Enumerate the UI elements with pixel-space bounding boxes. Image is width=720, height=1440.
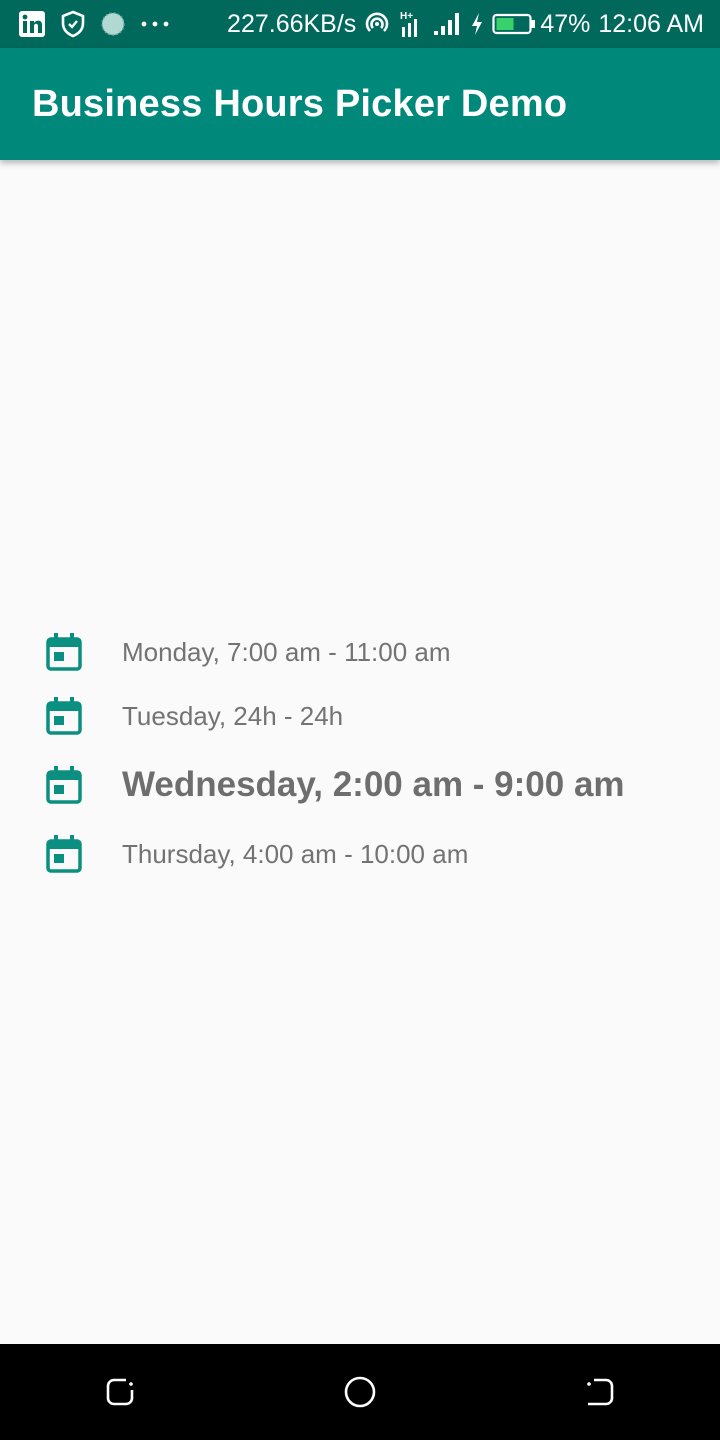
home-button[interactable]	[320, 1352, 400, 1432]
back-icon	[584, 1376, 616, 1408]
net-speed: 227.66KB/s	[227, 9, 357, 38]
business-hours-list: Monday, 7:00 am - 11:00 am Tuesday, 24h …	[0, 620, 720, 886]
hours-row-wednesday[interactable]: Wednesday, 2:00 am - 9:00 am	[0, 748, 720, 822]
charging-icon	[470, 12, 484, 36]
recents-icon	[104, 1376, 136, 1408]
shield-icon	[60, 10, 86, 38]
battery-percent: 47%	[540, 9, 591, 38]
hotspot-icon	[364, 11, 390, 37]
back-button[interactable]	[560, 1352, 640, 1432]
home-icon	[343, 1375, 377, 1409]
status-bar: 227.66KB/s H+ 47% 12:06 AM	[0, 0, 720, 48]
hours-label: Monday, 7:00 am - 11:00 am	[122, 636, 451, 667]
hours-label: Thursday, 4:00 am - 10:00 am	[122, 838, 469, 869]
app-bar: Business Hours Picker Demo	[0, 48, 720, 160]
battery-icon	[492, 13, 536, 35]
hours-label: Wednesday, 2:00 am - 9:00 am	[122, 765, 625, 804]
hours-row-thursday[interactable]: Thursday, 4:00 am - 10:00 am	[0, 822, 720, 886]
hours-label: Tuesday, 24h - 24h	[122, 700, 344, 731]
hours-row-tuesday[interactable]: Tuesday, 24h - 24h	[0, 684, 720, 748]
hours-row-monday[interactable]: Monday, 7:00 am - 11:00 am	[0, 620, 720, 684]
globe-icon	[100, 11, 126, 37]
signal-h-icon: H+	[398, 9, 424, 39]
calendar-icon	[44, 834, 84, 874]
page-title: Business Hours Picker Demo	[32, 82, 568, 125]
recents-button[interactable]	[80, 1352, 160, 1432]
linkedin-icon	[18, 10, 46, 38]
calendar-icon	[44, 765, 84, 805]
signal-icon	[432, 11, 462, 37]
svg-text:H+: H+	[400, 11, 413, 22]
more-dots-icon	[140, 19, 170, 29]
calendar-icon	[44, 696, 84, 736]
clock: 12:06 AM	[598, 9, 704, 38]
navigation-bar	[0, 1344, 720, 1440]
calendar-icon	[44, 632, 84, 672]
